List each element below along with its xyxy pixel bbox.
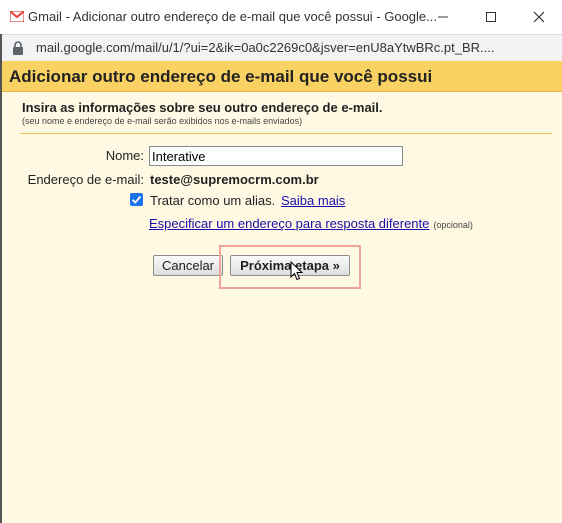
maximize-button[interactable] — [468, 0, 514, 34]
email-label: Endereço de e-mail: — [27, 172, 144, 187]
minimize-icon — [438, 16, 448, 18]
cancel-button[interactable]: Cancelar — [153, 255, 223, 276]
url-text: mail.google.com/mail/u/1/?ui=2&ik=0a0c22… — [36, 40, 495, 55]
instruction-text: Insira as informações sobre seu outro en… — [22, 100, 383, 115]
window-title: Gmail - Adicionar outro endereço de e-ma… — [28, 9, 437, 24]
close-button[interactable] — [516, 0, 562, 34]
minimize-button[interactable] — [420, 0, 466, 34]
next-step-button[interactable]: Próxima etapa » — [230, 255, 350, 276]
maximize-icon — [486, 12, 496, 22]
close-icon — [533, 11, 545, 23]
popup-window: Gmail - Adicionar outro endereço de e-ma… — [0, 0, 562, 523]
title-bar: Gmail - Adicionar outro endereço de e-ma… — [0, 0, 562, 34]
reply-to-link[interactable]: Especificar um endereço para resposta di… — [149, 216, 429, 231]
gmail-icon — [10, 11, 24, 22]
alias-label: Tratar como um alias. — [150, 193, 276, 208]
optional-label: (opcional) — [433, 220, 473, 230]
name-label: Nome: — [105, 148, 144, 163]
divider — [20, 133, 552, 134]
lock-icon — [13, 41, 23, 55]
learn-more-link[interactable]: Saiba mais — [281, 193, 345, 208]
page-title: Adicionar outro endereço de e-mail que v… — [9, 67, 433, 86]
address-bar[interactable]: mail.google.com/mail/u/1/?ui=2&ik=0a0c22… — [2, 34, 562, 62]
checkmark-icon — [131, 195, 142, 204]
name-input[interactable] — [149, 146, 403, 166]
instruction-note: (seu nome e endereço de e-mail serão exi… — [22, 116, 303, 126]
alias-checkbox[interactable] — [130, 193, 143, 206]
form-panel: Insira as informações sobre seu outro en… — [2, 92, 562, 523]
page-header: Adicionar outro endereço de e-mail que v… — [2, 61, 562, 92]
reply-to-row: Especificar um endereço para resposta di… — [149, 215, 473, 233]
email-value: teste@supremocrm.com.br — [150, 172, 319, 187]
